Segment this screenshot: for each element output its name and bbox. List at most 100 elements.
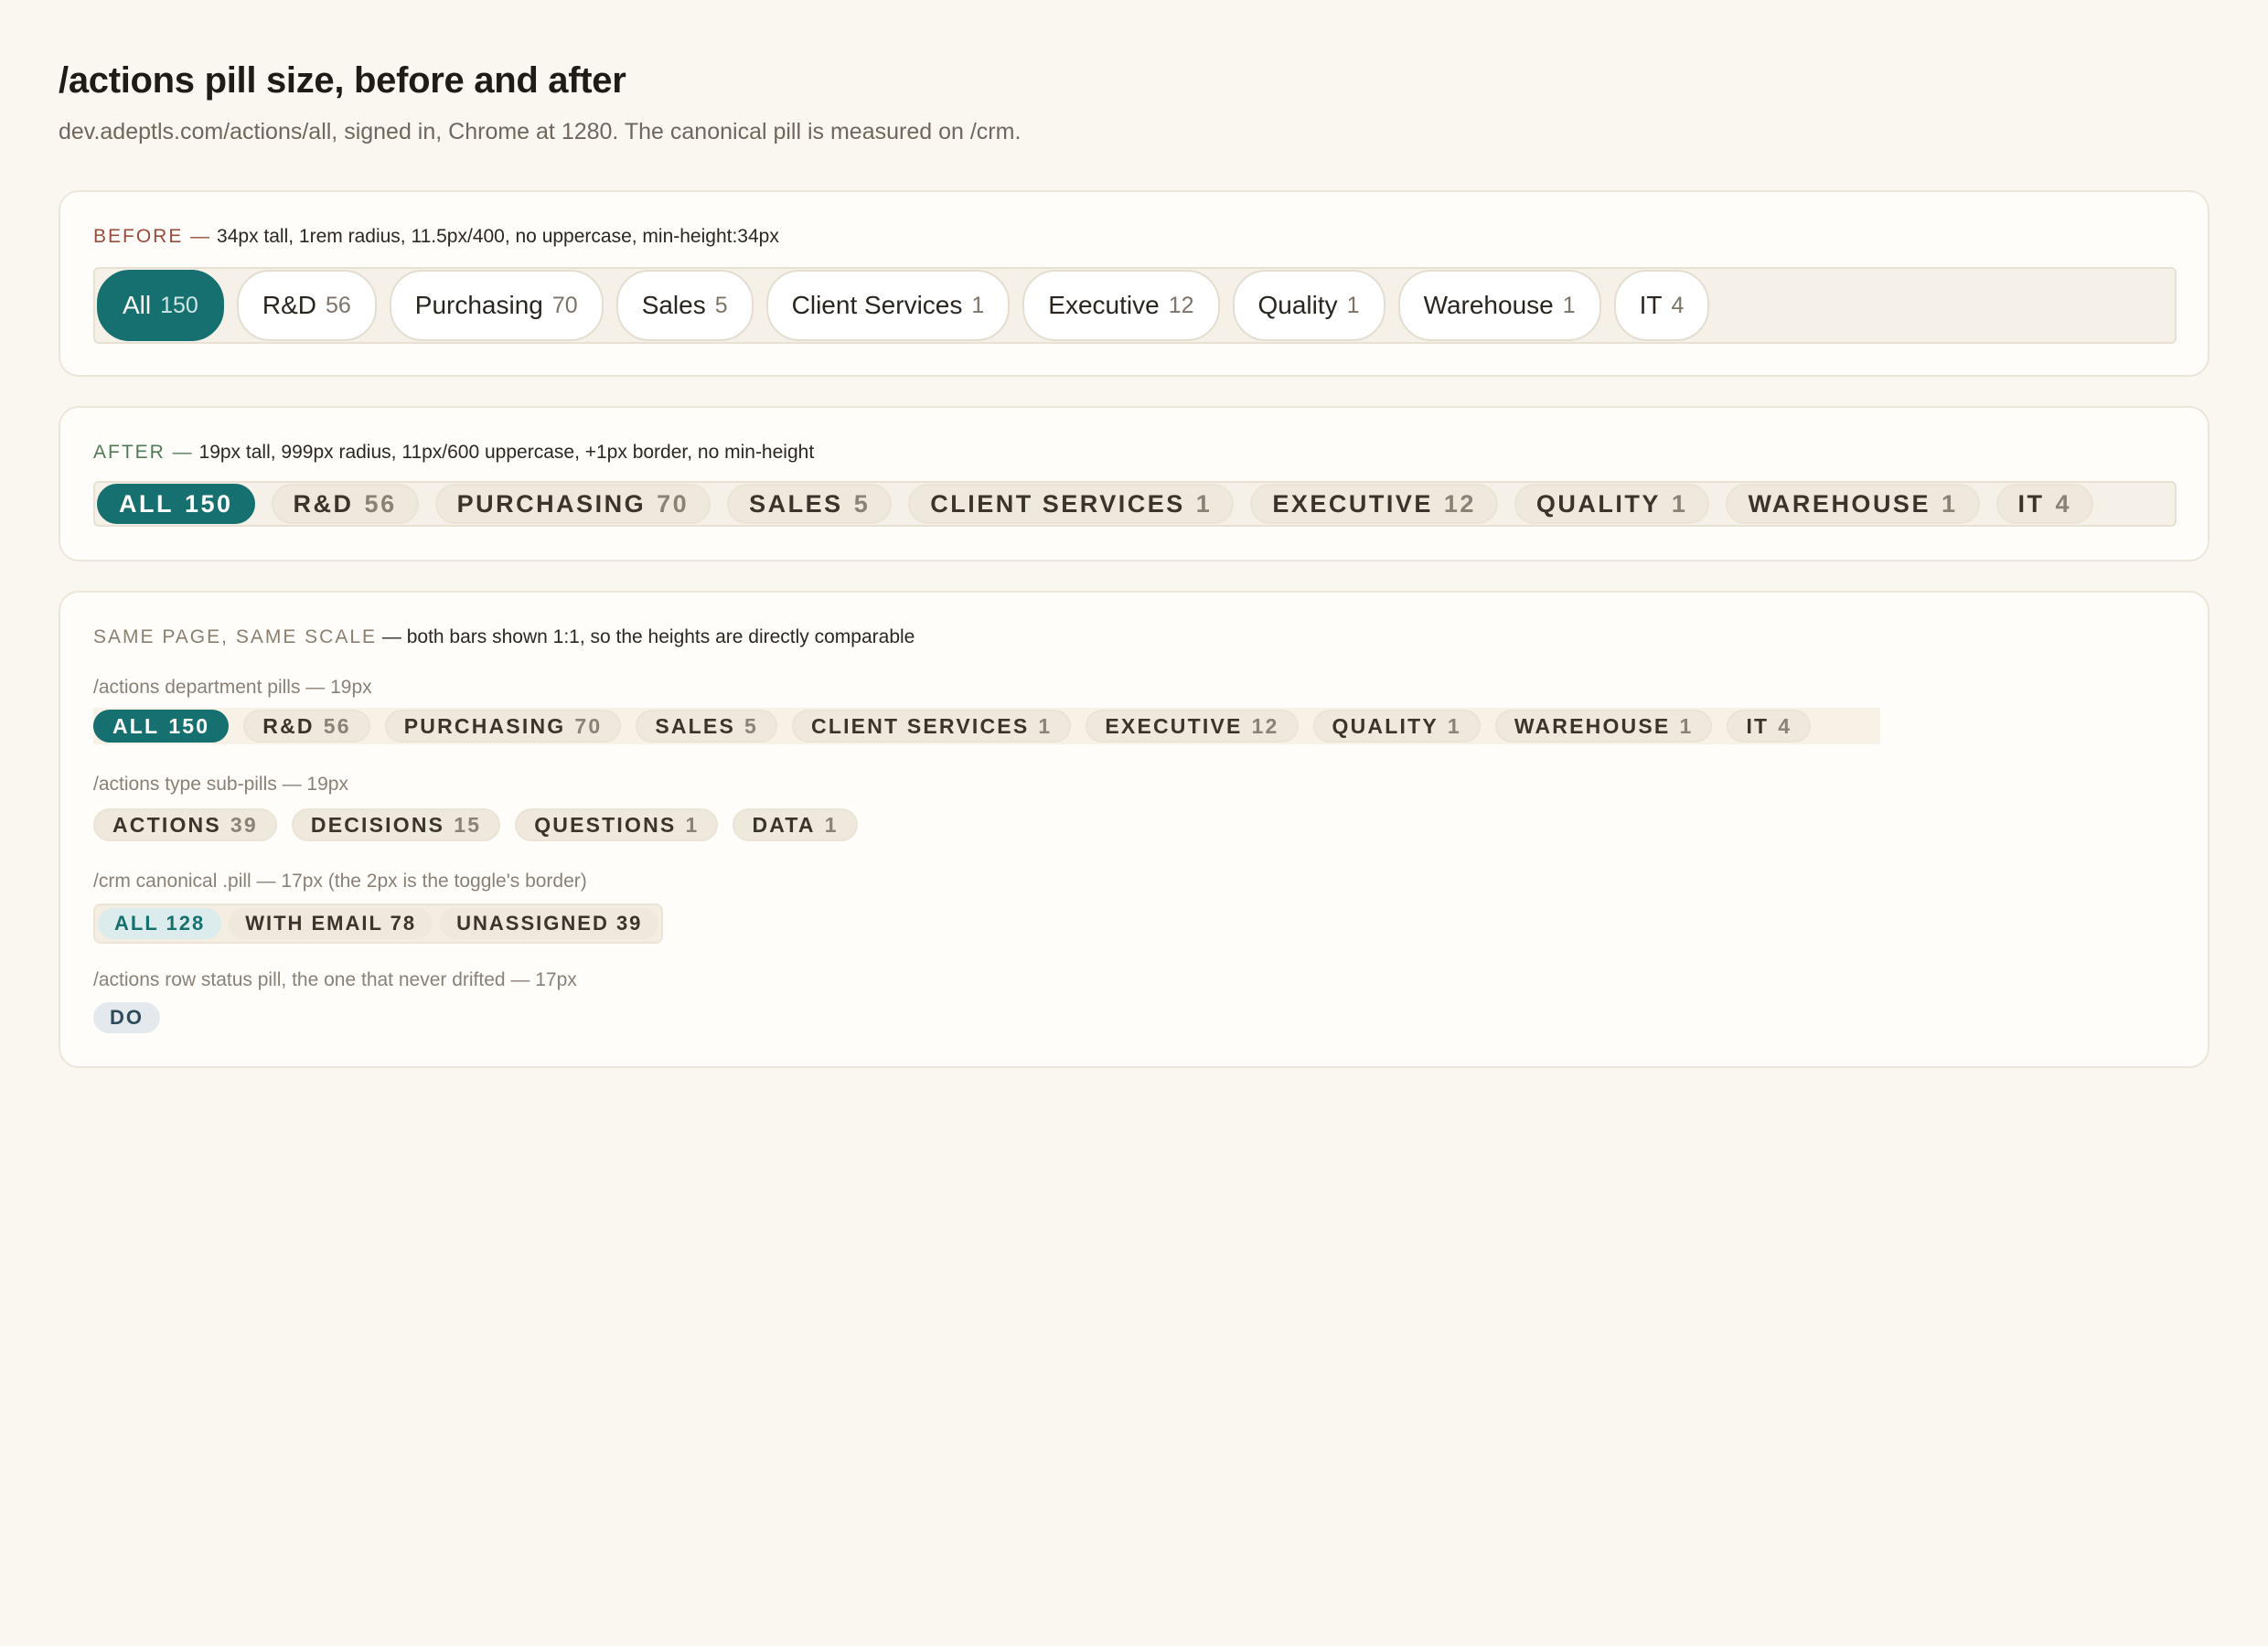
before-pill-all[interactable]: All 150 [97,270,224,341]
dept-pill-rd[interactable]: R&D 56 [243,710,370,743]
before-pill-warehouse[interactable]: Warehouse 1 [1397,270,1601,341]
crm-row-label: /crm canonical .pill — 17px (the 2px is … [93,871,587,892]
pill-count: 56 [364,489,397,518]
page-subtitle: dev.adeptls.com/actions/all, signed in, … [59,119,1022,144]
pill-label: IT [2017,489,2045,518]
before-tag: BEFORE — [93,226,212,247]
pill-count: 1 [1195,489,1213,518]
pill-count: 1 [1038,713,1053,738]
pill-count: 1 [971,292,985,318]
after-pill-rd[interactable]: R&D 56 [271,484,419,524]
same-caption: SAME PAGE, SAME SCALE — both bars shown … [93,624,2177,651]
dept-pill-executive[interactable]: EXECUTIVE 12 [1086,710,1299,743]
pill-count: 1 [1679,713,1694,738]
dept-pill-warehouse[interactable]: WAREHOUSE 1 [1494,710,1713,743]
pill-count: 5 [853,489,871,518]
type-pill-decisions[interactable]: DECISIONS 15 [291,808,501,841]
pill-label: Warehouse [1423,291,1554,319]
crm-pill-all[interactable]: ALL 128 [98,908,222,939]
pill-label: WAREHOUSE [1748,489,1931,518]
pill-label: PURCHASING [403,713,566,738]
pill-count: 12 [1443,489,1476,518]
same-tag: SAME PAGE, SAME SCALE [93,626,378,647]
pill-count: 150 [168,713,210,738]
after-pill-purchasing[interactable]: PURCHASING 70 [434,484,711,524]
pill-label: CLIENT SERVICES [811,713,1030,738]
dept-pill-client-services[interactable]: CLIENT SERVICES 1 [792,710,1072,743]
pill-label: CLIENT SERVICES [930,489,1185,518]
after-pill-quality[interactable]: QUALITY 1 [1514,484,1710,524]
type-pill-questions[interactable]: QUESTIONS 1 [515,808,719,841]
crm-pill-with-email[interactable]: WITH EMAIL 78 [229,908,433,939]
pill-label: QUALITY [1535,489,1661,518]
after-caption: AFTER — 19px tall, 999px radius, 11px/60… [93,439,2177,466]
status-row-label: /actions row status pill, the one that n… [93,969,577,990]
before-card: BEFORE — 34px tall, 1rem radius, 11.5px/… [59,190,2209,377]
pill-label: ALL [112,713,160,738]
pill-label: SALES [655,713,736,738]
pill-label: Sales [641,291,706,319]
type-pill-actions[interactable]: ACTIONS 39 [93,808,277,841]
crm-pill-unassigned[interactable]: UNASSIGNED 39 [440,908,659,939]
same-desc: — both bars shown 1:1, so the heights ar… [381,626,915,647]
before-pill-executive[interactable]: Executive 12 [1022,270,1220,341]
before-pill-sales[interactable]: Sales 5 [615,270,754,341]
pill-label: PURCHASING [456,489,647,518]
page-title: /actions pill size, before and after [59,60,626,101]
pill-count: 1 [685,812,700,837]
after-pill-it[interactable]: IT 4 [1995,484,2094,524]
pill-count: 150 [160,292,198,318]
pill-count: 150 [184,489,233,518]
pill-count: 70 [657,489,690,518]
dept-pill-row: ALL 150 R&D 56 PURCHASING 70 SALES 5 CLIENT … [93,708,1880,744]
pill-count: 5 [714,292,728,318]
crm-toggle: ALL 128 WITH EMAIL 78 UNASSIGNED 39 [93,903,664,944]
before-pill-quality[interactable]: Quality 1 [1232,270,1385,341]
pill-label: DATA [752,812,816,837]
dept-pill-all[interactable]: ALL 150 [93,710,230,743]
after-pill-warehouse[interactable]: WAREHOUSE 1 [1726,484,1980,524]
pill-count: 56 [323,713,351,738]
after-pill-sales[interactable]: SALES 5 [727,484,893,524]
pill-count: 39 [230,812,258,837]
pill-label: IT [1746,713,1770,738]
pill-count: 4 [1671,292,1685,318]
pill-label: R&D [262,713,315,738]
pill-label: EXECUTIVE [1105,713,1243,738]
dept-pill-it[interactable]: IT 4 [1727,710,1812,743]
pill-label: Purchasing [414,291,543,319]
pill-label: Executive [1048,291,1160,319]
before-pill-rd[interactable]: R&D 56 [236,270,377,341]
after-tag: AFTER — [93,442,194,463]
before-pill-bar: All 150 R&D 56 Purchasing 70 Sales 5 Client … [93,267,2177,344]
before-caption: BEFORE — 34px tall, 1rem radius, 11.5px/… [93,223,2177,251]
dept-pill-quality[interactable]: QUALITY 1 [1312,710,1481,743]
pill-label: SALES [749,489,843,518]
same-scale-card: SAME PAGE, SAME SCALE — both bars shown … [59,591,2209,1068]
type-row-label: /actions type sub-pills — 19px [93,774,348,795]
before-pill-client-services[interactable]: Client Services 1 [765,270,1011,341]
pill-label: EXECUTIVE [1272,489,1433,518]
after-desc: 19px tall, 999px radius, 11px/600 upperc… [198,442,815,463]
dept-row-label: /actions department pills — 19px [93,677,372,698]
pill-count: 1 [1346,292,1360,318]
dept-pill-purchasing[interactable]: PURCHASING 70 [384,710,622,743]
after-card: AFTER — 19px tall, 999px radius, 11px/60… [59,406,2209,561]
dept-pill-sales[interactable]: SALES 5 [636,710,778,743]
pill-label: DECISIONS [310,812,445,837]
after-pill-client-services[interactable]: CLIENT SERVICES 1 [908,484,1235,524]
after-pill-executive[interactable]: EXECUTIVE 12 [1250,484,1498,524]
pill-count: 15 [454,812,482,837]
pill-label: Client Services [791,291,963,319]
pill-label: ALL [119,489,174,518]
before-pill-it[interactable]: IT 4 [1613,270,1710,341]
pill-label: WAREHOUSE [1514,713,1671,738]
pill-label: ACTIONS [112,812,221,837]
pill-count: 1 [1447,713,1461,738]
pill-label: All [123,291,152,319]
pill-label: QUALITY [1332,713,1439,738]
pill-count: 1 [1562,292,1576,318]
before-pill-purchasing[interactable]: Purchasing 70 [389,270,604,341]
after-pill-all[interactable]: ALL 150 [97,484,255,524]
type-pill-data[interactable]: DATA 1 [733,808,858,841]
